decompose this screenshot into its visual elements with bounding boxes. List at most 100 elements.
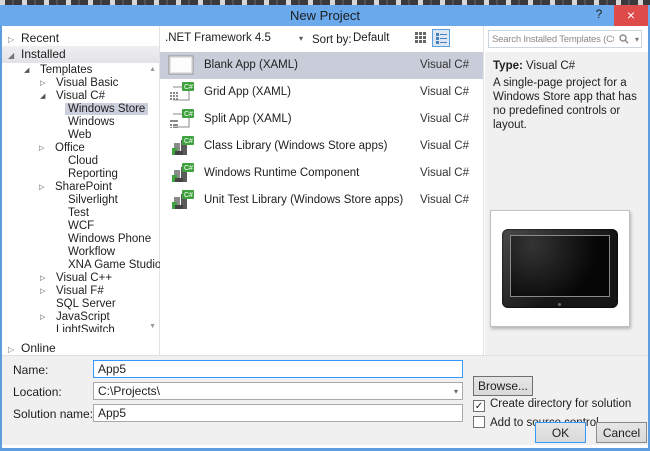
tree-item-javascript[interactable]: ▷ JavaScript [2,311,160,324]
ok-button[interactable]: OK [535,422,586,443]
tree-item-visual-basic[interactable]: ▷ Visual Basic [2,77,160,90]
sidebar-item-installed[interactable]: ◢ Installed [2,46,159,63]
template-item-grid-app[interactable]: C# Grid App (XAML) Visual C# [160,79,483,106]
browse-button[interactable]: Browse... [473,376,533,396]
template-item-split-app[interactable]: C# Split App (XAML) Visual C# [160,106,483,133]
project-name-input[interactable] [93,360,463,378]
search-box[interactable]: ▾ [488,30,642,48]
template-info-pane: Type: Visual C# A single-page project fo… [485,52,648,355]
template-item-winrt-component[interactable]: C# Windows Runtime Component Visual C# [160,160,483,187]
expander-icon[interactable]: ▷ [39,181,52,194]
template-description: A single-page project for a Windows Stor… [493,77,637,131]
svg-text:C#: C# [184,111,193,118]
tree-item-windows-store[interactable]: Windows Store [2,103,160,116]
grid-view-icon [415,32,426,43]
tablet-camera-dot [558,303,561,306]
svg-text:C#: C# [184,138,193,145]
chevron-down-icon[interactable]: ▾ [635,35,639,44]
grid-app-icon: C# [170,82,194,101]
tree-item-test[interactable]: Test [2,207,160,220]
expander-icon[interactable]: ◢ [24,64,37,77]
category-sidebar: ▷ Recent ◢ Installed ◢ Templates ▷ Visual Ba… [2,26,160,355]
template-item-blank-app[interactable]: Blank App (XAML) Visual C# [160,52,483,79]
scroll-down-icon[interactable]: ▼ [149,323,156,330]
dialog-body: ▷ Recent ◢ Installed ◢ Templates ▷ Visual Ba… [0,26,650,448]
svg-text:C#: C# [184,192,193,199]
description-panel: ▾ Type: Visual C# A single-page project … [485,26,648,355]
expander-icon[interactable]: ◢ [40,90,53,103]
expander-icon[interactable]: ◢ [8,47,21,64]
template-list-panel: .NET Framework 4.5 ▾ Sort by: Default ▾ [160,26,568,355]
list-view-button[interactable] [432,29,450,47]
tree-item-silverlight[interactable]: Silverlight [2,194,160,207]
name-label: Name: [13,363,49,377]
small-icons-view-button[interactable] [412,29,430,47]
tablet-device-icon [502,229,618,308]
sidebar-item-recent[interactable]: ▷ Recent [2,31,159,46]
search-icon[interactable] [619,34,629,45]
chevron-down-icon: ▾ [453,387,458,396]
expander-icon[interactable]: ▷ [40,77,53,90]
scroll-up-icon[interactable]: ▲ [149,66,156,73]
tree-item-cloud[interactable]: Cloud [2,155,160,168]
expander-icon[interactable]: ▷ [39,142,52,155]
tree-item-office[interactable]: ▷ Office [2,142,160,155]
dialog-title: New Project [289,8,361,23]
template-category-tree: ◢ Templates ▷ Visual Basic ◢ Visual C# Wind… [2,64,160,332]
class-library-icon: C# [172,136,194,155]
expander-icon[interactable]: ▷ [8,32,21,47]
tree-item-lightswitch[interactable]: LightSwitch [2,324,160,332]
tree-item-sharepoint[interactable]: ▷ SharePoint [2,181,160,194]
tree-item-workflow[interactable]: Workflow [2,246,160,259]
expander-icon[interactable]: ▷ [40,272,53,285]
sort-by-label: Sort by: [312,34,352,46]
svg-text:C#: C# [184,84,193,91]
create-directory-checkbox-row[interactable]: ✓ Create directory for solution [473,398,631,412]
tablet-screen [510,235,610,297]
template-list: Blank App (XAML) Visual C# C# Grid App (… [160,52,483,214]
expander-icon[interactable]: ▷ [40,311,53,324]
tree-item-windows[interactable]: Windows [2,116,160,129]
help-button[interactable]: ? [590,7,608,24]
blank-app-icon [168,55,194,75]
new-project-dialog: New Project ? × ▷ Recent ◢ Installed ◢ Temp… [0,5,650,451]
template-preview-image [490,210,630,327]
checkbox-unchecked-icon[interactable] [473,416,485,428]
tree-item-visual-fsharp[interactable]: ▷ Visual F# [2,285,160,298]
tree-item-visual-cpp[interactable]: ▷ Visual C++ [2,272,160,285]
framework-dropdown[interactable]: .NET Framework 4.5 ▾ [165,30,303,47]
windows-runtime-component-icon: C# [172,163,194,182]
close-button[interactable]: × [614,5,648,26]
screen: New Project ? × ▷ Recent ◢ Installed ◢ Temp… [0,0,650,451]
template-item-unit-test-library[interactable]: C# Unit Test Library (Windows Store apps… [160,187,483,214]
dialog-titlebar[interactable]: New Project ? × [0,5,650,26]
unit-test-library-icon: C# [172,190,194,209]
tree-item-wcf[interactable]: WCF [2,220,160,233]
tree-item-sql-server[interactable]: SQL Server [2,298,160,311]
sidebar-item-online[interactable]: ▷ Online [2,341,159,356]
type-value: Visual C# [526,60,576,72]
tree-item-web[interactable]: Web [2,129,160,142]
project-settings-bar: Name: Location: Solution name: C:\Projec… [2,355,648,445]
list-view-icon [436,33,447,44]
search-input[interactable] [492,32,614,46]
split-app-icon: C# [170,109,194,128]
chevron-down-icon: ▾ [298,34,303,43]
tree-item-reporting[interactable]: Reporting [2,168,160,181]
template-item-class-library[interactable]: C# Class Library (Windows Store apps) Vi… [160,133,483,160]
close-icon: × [626,7,636,23]
solution-name-input[interactable] [93,404,463,422]
checkbox-checked-icon[interactable]: ✓ [473,400,485,412]
location-combobox[interactable]: C:\Projects\ ▾ [93,382,463,400]
location-label: Location: [13,385,62,399]
cancel-button[interactable]: Cancel [596,422,647,443]
svg-text:C#: C# [184,165,193,172]
type-label: Type: [493,60,523,72]
template-type-line: Type: Visual C# [493,60,575,72]
tree-item-visual-csharp[interactable]: ◢ Visual C# [2,90,160,103]
list-toolbar: .NET Framework 4.5 ▾ Sort by: Default ▾ [160,26,568,51]
tree-item-templates[interactable]: ◢ Templates [2,64,160,77]
tree-item-xna[interactable]: XNA Game Studio 4.0 [2,259,160,272]
tree-item-windows-phone[interactable]: Windows Phone [2,233,160,246]
expander-icon[interactable]: ▷ [40,285,53,298]
